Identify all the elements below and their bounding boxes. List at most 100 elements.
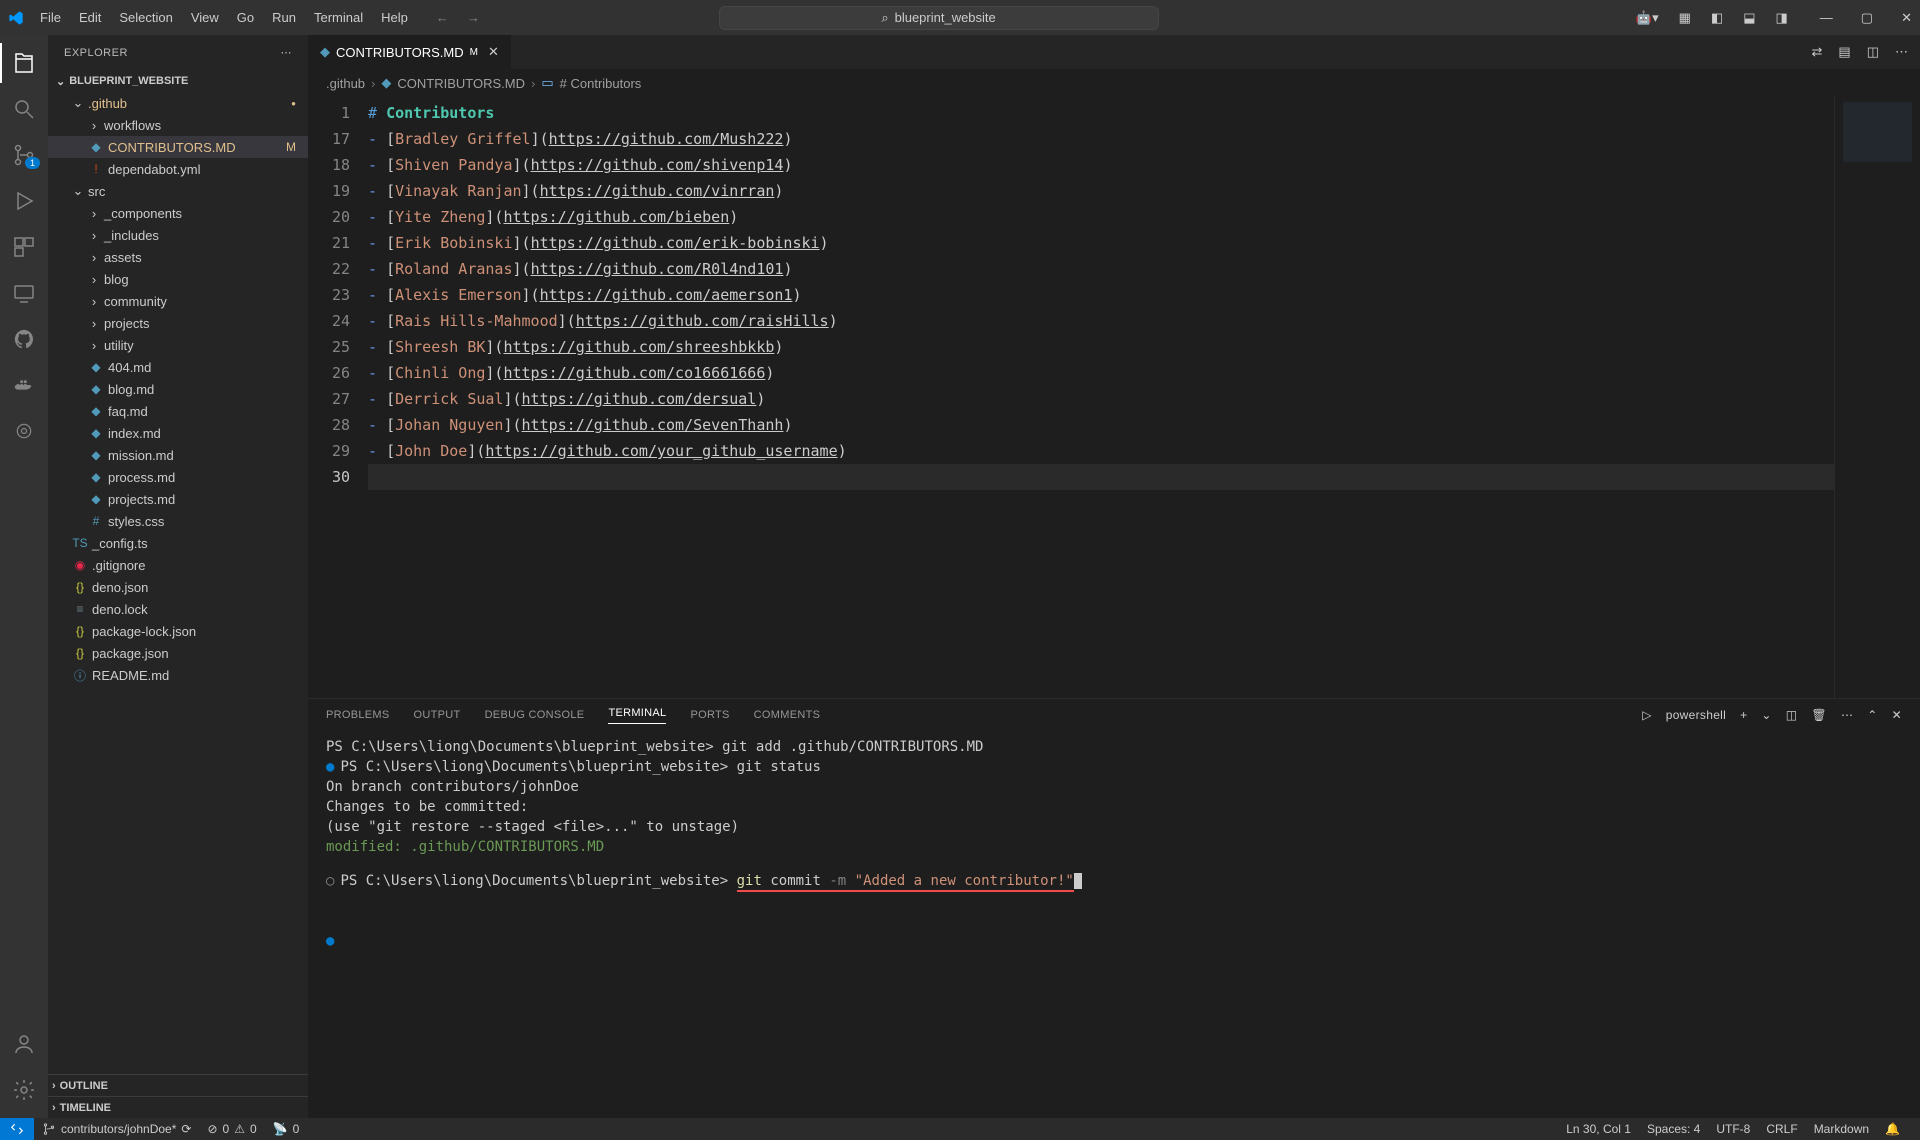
outline-section[interactable]: ›OUTLINE (48, 1074, 308, 1096)
panel-tab-ports[interactable]: PORTS (690, 709, 729, 721)
status-indentation[interactable]: Spaces: 4 (1639, 1122, 1708, 1136)
folder-includes[interactable]: ›_includes (48, 224, 308, 246)
menu-edit[interactable]: Edit (71, 6, 109, 29)
activity-github-icon[interactable] (0, 319, 48, 359)
file-item[interactable]: ◆index.md (48, 422, 308, 444)
status-problems[interactable]: ⊘0 ⚠0 (199, 1122, 264, 1136)
status-ports[interactable]: 📡0 (265, 1122, 308, 1136)
breadcrumb[interactable]: .github › ◆ CONTRIBUTORS.MD › ▭ # Contri… (308, 70, 1920, 96)
breadcrumb-segment[interactable]: # Contributors (560, 76, 642, 91)
tab-close-icon[interactable]: ✕ (488, 44, 499, 60)
remote-indicator[interactable] (0, 1118, 34, 1140)
folder-community[interactable]: ›community (48, 290, 308, 312)
activity-explorer-icon[interactable] (0, 43, 48, 83)
status-encoding[interactable]: UTF-8 (1708, 1122, 1758, 1136)
panel-close-icon[interactable]: ✕ (1892, 708, 1902, 722)
panel-tab-debug[interactable]: DEBUG CONSOLE (485, 709, 585, 721)
editor-body[interactable]: 11718192021222324252627282930 # Contribu… (308, 96, 1920, 698)
folder-projects[interactable]: ›projects (48, 312, 308, 334)
tab-contributors[interactable]: ◆ CONTRIBUTORS.MD M ✕ (308, 35, 512, 69)
activity-extensions-icon[interactable] (0, 227, 48, 267)
activity-search-icon[interactable] (0, 89, 48, 129)
file-item[interactable]: TS_config.ts (48, 532, 308, 554)
timeline-section[interactable]: ›TIMELINE (48, 1096, 308, 1118)
sync-icon[interactable]: ⟳ (181, 1122, 191, 1136)
split-editor-icon[interactable]: ◫ (1867, 44, 1879, 60)
copilot-icon[interactable]: 🤖▾ (1636, 10, 1659, 26)
file-item[interactable]: ◆projects.md (48, 488, 308, 510)
folder-github[interactable]: ⌄ .github ● (48, 92, 308, 114)
terminal-shell-icon[interactable]: ▷ (1642, 708, 1652, 722)
file-item[interactable]: {}package.json (48, 642, 308, 664)
panel-left-icon[interactable]: ◧ (1711, 10, 1723, 26)
project-header[interactable]: ⌄ BLUEPRINT_WEBSITE (48, 70, 308, 92)
new-terminal-icon[interactable]: + (1740, 708, 1747, 722)
nav-back-icon[interactable]: ← (436, 10, 449, 25)
menu-run[interactable]: Run (264, 6, 304, 29)
nav-forward-icon[interactable]: → (467, 10, 480, 25)
close-window-icon[interactable]: ✕ (1901, 10, 1912, 26)
file-item[interactable]: ◉.gitignore (48, 554, 308, 576)
status-eol[interactable]: CRLF (1758, 1122, 1805, 1136)
panel-right-icon[interactable]: ◨ (1776, 10, 1788, 26)
activity-account-icon[interactable] (0, 1024, 48, 1064)
breadcrumb-segment[interactable]: .github (326, 76, 365, 91)
file-item[interactable]: {}deno.json (48, 576, 308, 598)
status-branch[interactable]: contributors/johnDoe* ⟳ (34, 1122, 199, 1136)
folder-src[interactable]: ⌄ src (48, 180, 308, 202)
activity-remote-icon[interactable] (0, 273, 48, 313)
folder-assets[interactable]: ›assets (48, 246, 308, 268)
file-item[interactable]: ⓘREADME.md (48, 664, 308, 686)
menu-selection[interactable]: Selection (111, 6, 180, 29)
sidebar-more-icon[interactable]: ⋯ (281, 46, 293, 59)
kill-terminal-icon[interactable]: 🗑 (1811, 708, 1827, 722)
panel-tab-problems[interactable]: PROBLEMS (326, 709, 390, 721)
panel-tab-terminal[interactable]: TERMINAL (608, 707, 666, 724)
menu-file[interactable]: File (32, 6, 69, 29)
file-item[interactable]: ◆process.md (48, 466, 308, 488)
file-item[interactable]: ◆404.md (48, 356, 308, 378)
breadcrumb-segment[interactable]: CONTRIBUTORS.MD (397, 76, 525, 91)
command-center[interactable]: ⌕ blueprint_website (719, 6, 1159, 30)
layout-icon-1[interactable]: ▦ (1679, 10, 1691, 26)
terminal-body[interactable]: PS C:\Users\liong\Documents\blueprint_we… (308, 731, 1920, 1118)
status-notifications-icon[interactable]: 🔔 (1877, 1122, 1908, 1136)
maximize-icon[interactable]: ▢ (1861, 10, 1873, 26)
panel-maximize-icon[interactable]: ⌃ (1867, 708, 1877, 722)
status-cursor-position[interactable]: Ln 30, Col 1 (1558, 1122, 1639, 1136)
file-item[interactable]: ≡deno.lock (48, 598, 308, 620)
menu-help[interactable]: Help (373, 6, 416, 29)
menu-view[interactable]: View (183, 6, 227, 29)
menu-terminal[interactable]: Terminal (306, 6, 371, 29)
folder-components[interactable]: ›_components (48, 202, 308, 224)
file-item[interactable]: #styles.css (48, 510, 308, 532)
split-terminal-icon[interactable]: ◫ (1786, 708, 1798, 722)
activity-settings-sync-icon[interactable] (0, 411, 48, 451)
folder-utility[interactable]: ›utility (48, 334, 308, 356)
preview-icon[interactable]: ▤ (1838, 44, 1850, 60)
panel-tab-comments[interactable]: COMMENTS (754, 709, 821, 721)
activity-source-control-icon[interactable]: 1 (0, 135, 48, 175)
file-dependabot[interactable]: ! dependabot.yml (48, 158, 308, 180)
compare-icon[interactable]: ⇄ (1812, 44, 1823, 60)
file-contributors[interactable]: ◆ CONTRIBUTORS.MD M (48, 136, 308, 158)
code-content[interactable]: # Contributors- [Bradley Griffel](https:… (368, 96, 1834, 698)
folder-workflows[interactable]: › workflows (48, 114, 308, 136)
file-item[interactable]: ◆blog.md (48, 378, 308, 400)
minimap[interactable] (1834, 96, 1920, 698)
status-language[interactable]: Markdown (1806, 1122, 1877, 1136)
activity-run-debug-icon[interactable] (0, 181, 48, 221)
menu-go[interactable]: Go (229, 6, 262, 29)
panel-bottom-icon[interactable]: ⬓ (1743, 10, 1755, 26)
activity-settings-icon[interactable] (0, 1070, 48, 1110)
minimize-icon[interactable]: — (1820, 10, 1833, 26)
file-item[interactable]: ◆faq.md (48, 400, 308, 422)
folder-blog[interactable]: ›blog (48, 268, 308, 290)
activity-docker-icon[interactable] (0, 365, 48, 405)
file-item[interactable]: ◆mission.md (48, 444, 308, 466)
file-item[interactable]: {}package-lock.json (48, 620, 308, 642)
panel-tab-output[interactable]: OUTPUT (414, 709, 461, 721)
terminal-more-icon[interactable]: ⋯ (1841, 708, 1853, 722)
more-actions-icon[interactable]: ⋯ (1895, 44, 1908, 60)
terminal-dropdown-icon[interactable]: ⌄ (1761, 708, 1771, 722)
